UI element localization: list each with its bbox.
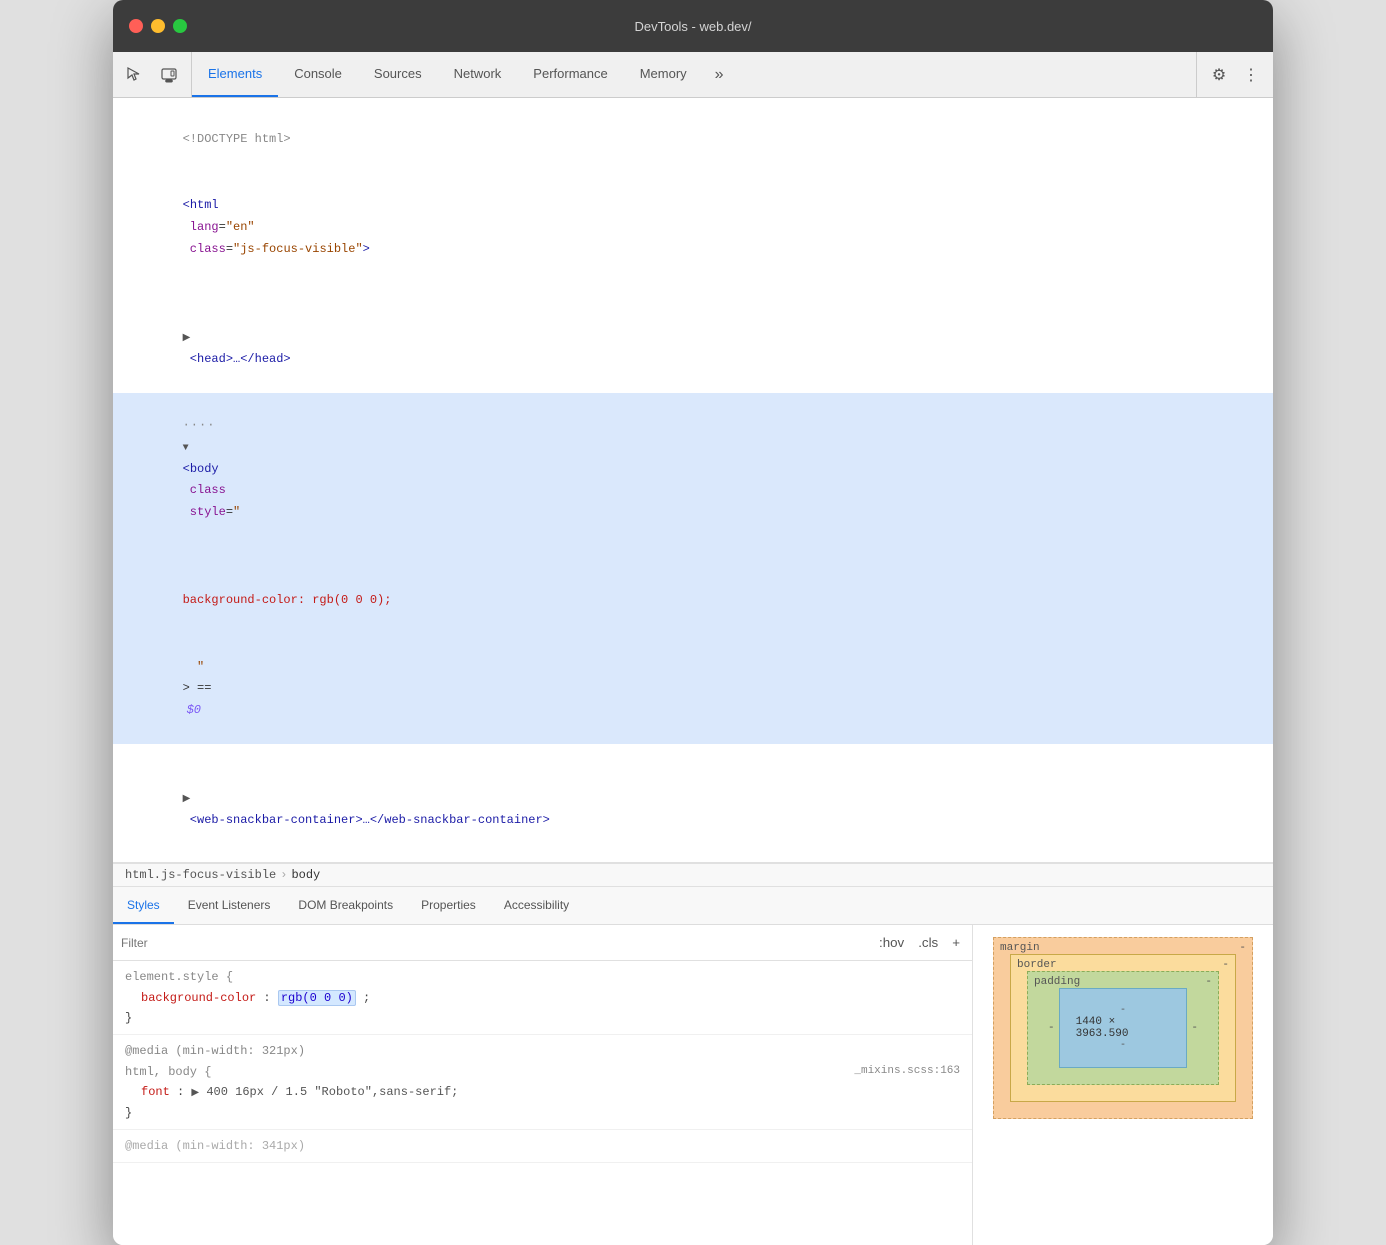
add-style-button[interactable]: + xyxy=(948,933,964,952)
border-value: - xyxy=(1222,959,1229,971)
content-size: 1440 × 3963.590 xyxy=(1076,1016,1171,1040)
hov-button[interactable]: :hov xyxy=(875,933,908,952)
right-value: - xyxy=(1187,1022,1202,1034)
box-padding: padding - - - 1440 × xyxy=(1027,971,1219,1085)
maximize-button[interactable] xyxy=(173,19,187,33)
padding-label: padding xyxy=(1034,976,1080,988)
close-button[interactable] xyxy=(129,19,143,33)
dom-line-body-bg: background-color: rgb(0 0 0); xyxy=(113,546,1273,634)
subtab-styles[interactable]: Styles xyxy=(113,887,174,924)
window-title: DevTools - web.dev/ xyxy=(634,19,751,34)
padding-value: - xyxy=(1205,976,1212,988)
sub-tabs: Styles Event Listeners DOM Breakpoints P… xyxy=(113,887,1273,925)
margin-label: margin xyxy=(1000,942,1040,954)
dom-line-head[interactable]: ▶ <head>…</head> xyxy=(113,283,1273,393)
margin-value: - xyxy=(1239,942,1246,954)
styles-panel: :hov .cls + element.style { background-c… xyxy=(113,925,1273,1245)
inspect-icon[interactable] xyxy=(121,61,149,89)
title-bar: DevTools - web.dev/ xyxy=(113,0,1273,52)
more-tabs-button[interactable]: » xyxy=(703,52,736,97)
left-value: - xyxy=(1044,1022,1059,1034)
media-rule-341: @media (min-width: 341px) xyxy=(113,1130,972,1163)
box-content: - 1440 × 3963.590 - xyxy=(1059,988,1188,1068)
dom-line-snackbar[interactable]: ▶ <web-snackbar-container>…</web-snackba… xyxy=(113,744,1273,854)
cls-button[interactable]: .cls xyxy=(914,933,942,952)
settings-icon[interactable]: ⚙ xyxy=(1205,61,1233,89)
tab-performance[interactable]: Performance xyxy=(517,52,623,97)
border-label: border xyxy=(1017,959,1057,971)
subtab-accessibility[interactable]: Accessibility xyxy=(490,887,583,924)
subtab-dom-breakpoints[interactable]: DOM Breakpoints xyxy=(284,887,407,924)
filter-input[interactable] xyxy=(121,936,867,950)
devtools-window: DevTools - web.dev/ Elements xyxy=(113,0,1273,1245)
tab-console[interactable]: Console xyxy=(278,52,358,97)
box-border: border - padding - - xyxy=(1010,954,1236,1102)
top-value: - xyxy=(1120,1005,1126,1016)
dom-line-html: <html lang="en" class="js-focus-visible"… xyxy=(113,173,1273,283)
breadcrumb-html[interactable]: html.js-focus-visible xyxy=(125,868,276,882)
main-tabs: Elements Console Sources Network Perform… xyxy=(192,52,1196,97)
subtab-properties[interactable]: Properties xyxy=(407,887,490,924)
tab-sources[interactable]: Sources xyxy=(358,52,438,97)
file-ref-mixins[interactable]: _mixins.scss:163 xyxy=(854,1062,960,1081)
subtab-event-listeners[interactable]: Event Listeners xyxy=(174,887,285,924)
media-rule-321: @media (min-width: 321px) html, body { _… xyxy=(113,1035,972,1130)
main-content: <!DOCTYPE html> <html lang="en" class="j… xyxy=(113,98,1273,1245)
styles-left-panel: :hov .cls + element.style { background-c… xyxy=(113,925,973,1245)
more-options-icon[interactable]: ⋮ xyxy=(1237,61,1265,89)
box-margin: margin - border - padding - xyxy=(993,937,1253,1119)
breadcrumb: html.js-focus-visible › body xyxy=(113,863,1273,887)
minimize-button[interactable] xyxy=(151,19,165,33)
tab-memory[interactable]: Memory xyxy=(624,52,703,97)
dom-line-body-end: " > == $0 xyxy=(113,634,1273,744)
toolbar-icon-group xyxy=(113,52,192,97)
tab-elements[interactable]: Elements xyxy=(192,52,278,97)
toolbar-right-actions: ⚙ ⋮ xyxy=(1196,52,1273,97)
dom-line-body[interactable]: ···· ▼ <body class style=" xyxy=(113,393,1273,546)
traffic-lights xyxy=(129,19,187,33)
bottom-value: - xyxy=(1120,1040,1126,1051)
box-model-panel: margin - border - padding - xyxy=(973,925,1273,1245)
dom-line-doctype: <!DOCTYPE html> xyxy=(113,106,1273,173)
element-style-rule: element.style { background-color : rgb(0… xyxy=(113,961,972,1035)
devtools-toolbar: Elements Console Sources Network Perform… xyxy=(113,52,1273,98)
box-model: margin - border - padding - xyxy=(993,937,1253,1119)
device-toggle-icon[interactable] xyxy=(155,61,183,89)
tab-network[interactable]: Network xyxy=(438,52,518,97)
breadcrumb-body[interactable]: body xyxy=(291,868,320,882)
dom-panel: <!DOCTYPE html> <html lang="en" class="j… xyxy=(113,98,1273,863)
filter-bar: :hov .cls + xyxy=(113,925,972,961)
